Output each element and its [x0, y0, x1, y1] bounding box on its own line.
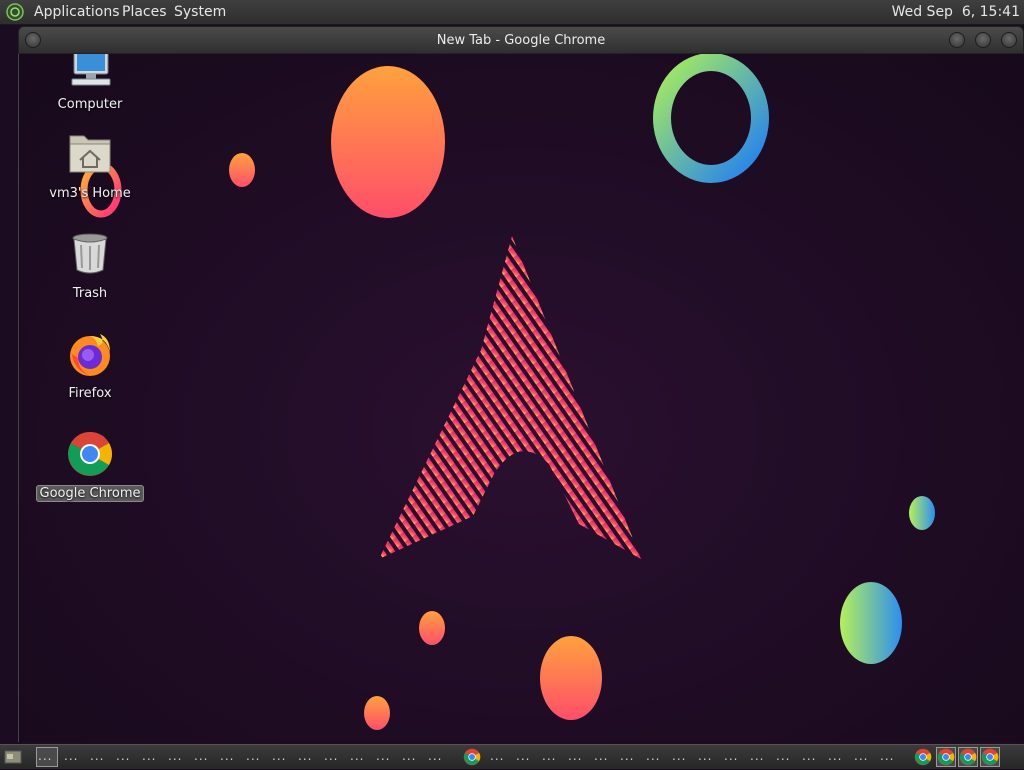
chrome-icon [937, 748, 955, 766]
taskbar-item[interactable]: ... [402, 749, 416, 763]
firefox-icon [70, 334, 110, 376]
maximize-button[interactable] [975, 32, 991, 48]
taskbar-item[interactable]: ... [272, 749, 286, 763]
taskbar-item[interactable]: ... [220, 749, 234, 763]
show-desktop-icon[interactable] [4, 748, 22, 766]
taskbar-item[interactable]: ... [672, 749, 686, 763]
mate-menu-icon[interactable] [6, 3, 24, 21]
taskbar-item[interactable]: ... [116, 749, 130, 763]
computer-icon [71, 54, 111, 86]
taskbar-item[interactable]: ... [298, 749, 312, 763]
taskbar-item[interactable]: ... [90, 749, 104, 763]
chrome-task-icon[interactable] [914, 748, 932, 766]
taskbar-item[interactable]: ... [516, 749, 530, 763]
chrome-task-icon[interactable] [463, 748, 481, 766]
bottom-panel: ... ... ... ... ... ... ... ... ... ... … [0, 744, 1024, 769]
taskbar-item[interactable]: ... [724, 749, 738, 763]
orange-ball-small-2 [419, 611, 445, 645]
taskbar-item[interactable]: ... [428, 749, 442, 763]
taskbar-item[interactable]: ... [854, 749, 868, 763]
desktop-icon-firefox[interactable]: Firefox [35, 330, 145, 410]
taskbar-item[interactable]: ... [828, 749, 842, 763]
orange-ball-small-3 [364, 696, 390, 730]
close-button[interactable] [1001, 32, 1017, 48]
chrome-icon [981, 748, 999, 766]
taskbar-item[interactable]: ... [194, 749, 208, 763]
desktop-icon-chrome[interactable]: Google Chrome [35, 430, 145, 520]
taskbar-item[interactable]: ... [880, 749, 894, 763]
chrome-icon [959, 748, 977, 766]
taskbar-item[interactable]: ... [750, 749, 764, 763]
taskbar-item[interactable]: ... [568, 749, 582, 763]
clock[interactable]: Wed Sep 6, 15:41 [892, 4, 1020, 20]
orange-ball-small-1 [229, 153, 255, 187]
taskbar-item[interactable]: ... [542, 749, 556, 763]
chrome-icon [68, 432, 112, 476]
taskbar-item[interactable]: ... [594, 749, 608, 763]
top-panel: Applications Places System Wed Sep 6, 15… [0, 0, 1024, 25]
chrome-window: New Tab - Google Chrome Computer vm3's H… [18, 26, 1024, 742]
trash-icon [72, 233, 108, 274]
chrome-window-task[interactable] [980, 747, 1000, 767]
taskbar-item[interactable]: ... [64, 749, 78, 763]
blue-ball-small [909, 496, 935, 530]
blue-ball-large [840, 582, 902, 664]
taskbar-item[interactable]: ... [698, 749, 712, 763]
arch-logo [379, 236, 641, 559]
applications-menu[interactable]: Applications [34, 4, 120, 20]
wallpaper-artwork [80, 54, 935, 730]
window-titlebar[interactable]: New Tab - Google Chrome [18, 26, 1024, 54]
taskbar-item[interactable]: ... [324, 749, 338, 763]
desktop-icon-label: Google Chrome [35, 485, 145, 503]
taskbar-item[interactable]: ... [802, 749, 816, 763]
desktop-icon-computer[interactable]: Computer [35, 54, 145, 124]
gradient-ring-large [653, 54, 769, 183]
taskbar-item[interactable]: ... [246, 749, 260, 763]
home-folder-icon [69, 135, 111, 173]
desktop-icon-home[interactable]: vm3's Home [35, 130, 145, 210]
taskbar-item[interactable]: ... [38, 749, 52, 763]
desktop-icon-label: Firefox [68, 386, 112, 401]
taskbar-item[interactable]: ... [376, 749, 390, 763]
taskbar-item[interactable]: ... [620, 749, 634, 763]
desktop-icon-trash[interactable]: Trash [35, 230, 145, 310]
system-menu[interactable]: System [174, 4, 226, 20]
taskbar-item[interactable]: ... [490, 749, 504, 763]
minimize-button[interactable] [949, 32, 965, 48]
desktop-icon-label: vm3's Home [49, 186, 131, 201]
window-title: New Tab - Google Chrome [436, 33, 606, 48]
chrome-window-task[interactable] [958, 747, 978, 767]
orange-ball-medium [540, 636, 602, 720]
taskbar-item[interactable]: ... [350, 749, 364, 763]
taskbar-item[interactable]: ... [142, 749, 156, 763]
taskbar-item[interactable]: ... [646, 749, 660, 763]
orange-ball-large [331, 66, 445, 218]
desktop-icon-label: Computer [57, 97, 123, 112]
selected-label: Google Chrome [35, 485, 145, 502]
taskbar-item[interactable]: ... [776, 749, 790, 763]
desktop-icon-label: Trash [72, 286, 108, 301]
taskbar-item[interactable]: ... [168, 749, 182, 763]
chrome-window-task[interactable] [936, 747, 956, 767]
places-menu[interactable]: Places [122, 4, 167, 20]
desktop-wallpaper: Computer vm3's Home Trash Firefox Google… [18, 54, 1024, 742]
